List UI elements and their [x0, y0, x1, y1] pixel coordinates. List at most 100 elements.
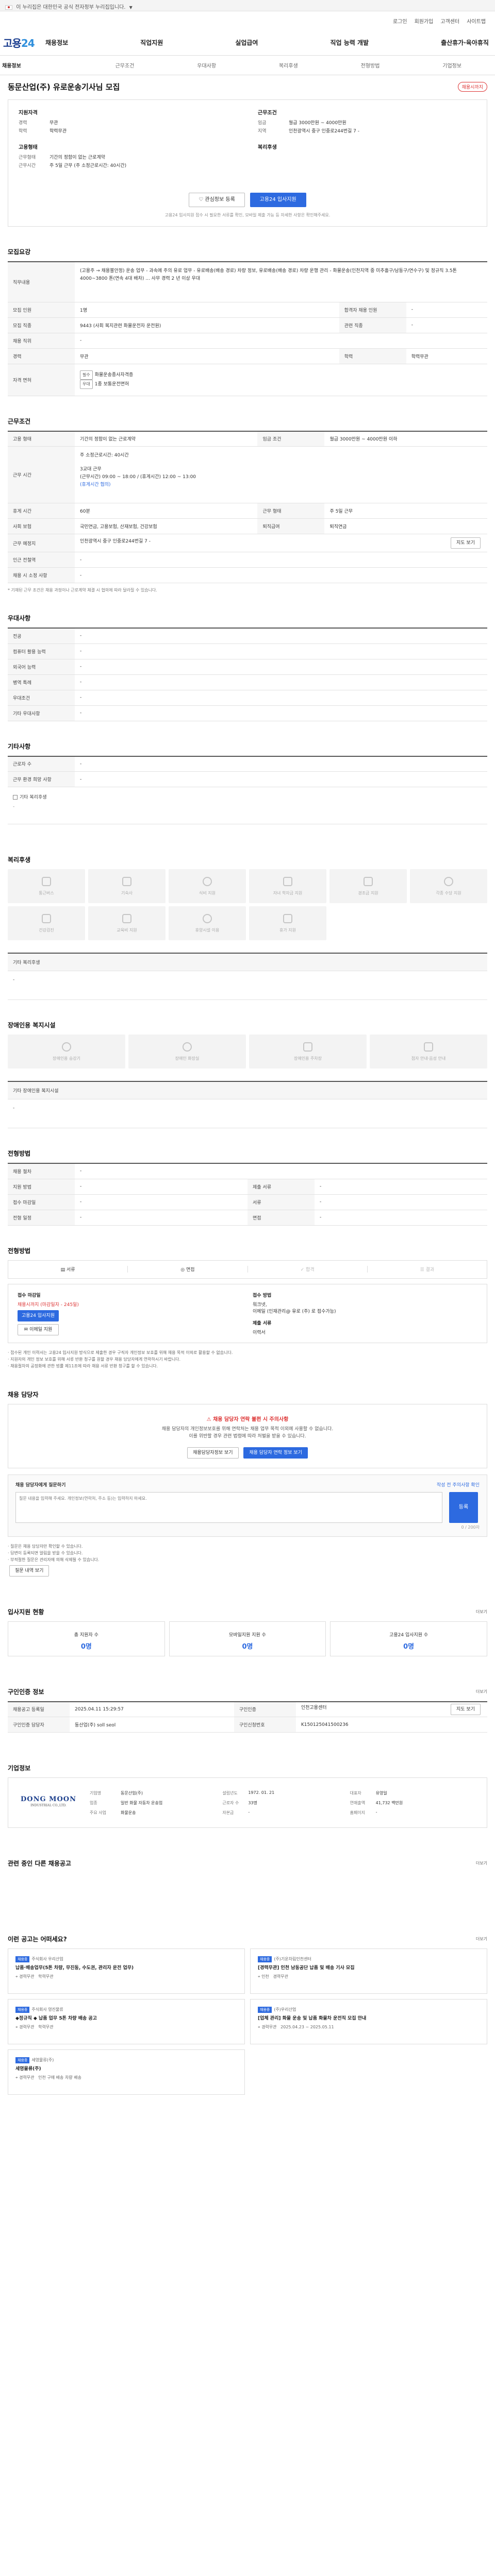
- stat-card: 모바일지원 지원 수 0명: [169, 1621, 326, 1656]
- recommend-card[interactable]: 채용중 (주)우리산업 [업체 관리] 화물 운송 및 납품 화물차 운전직 모집…: [250, 1999, 487, 2044]
- recommend-list: 채용중 주식회사 우리산업 납품·배송업무(5톤 차량, 무진동, 수도권, 관리…: [8, 1948, 487, 2095]
- row-value: -: [75, 690, 487, 706]
- recommend-card[interactable]: 채용중 주식회사 우리산업 납품·배송업무(5톤 차량, 무진동, 수도권, 관리…: [8, 1948, 245, 1994]
- table-row: 자격 면허 필수 화물운송종사자격증 우대 1종 보통운전면허: [8, 364, 487, 396]
- company-info: 기업명 동문산업(주) 설립년도 1972. 01. 21 대표자 유영일 업종 일반 …: [90, 1787, 477, 1818]
- work-time-line: (근무시간) 09:00 ~ 18:00 / (휴게시간) 12:00 ~ 13…: [80, 474, 196, 480]
- interest-button[interactable]: ♡ 관심정보 등록: [189, 193, 245, 207]
- inquiry-bullets: · 질문은 채용 담당자만 확인할 수 있습니다. · 답변이 등록되면 알림을…: [8, 1543, 487, 1577]
- tab-company[interactable]: 기업정보: [411, 61, 493, 69]
- row-key: 우대조건: [8, 690, 75, 706]
- card-company: 세영물류(주): [31, 2058, 54, 2062]
- chevron-down-icon: ▼: [129, 5, 133, 10]
- row-value: -: [75, 1210, 248, 1226]
- apply-online-button[interactable]: 고용24 입사지원: [18, 1310, 59, 1321]
- apply-button[interactable]: 고용24 입사지원: [250, 193, 306, 207]
- card-title: ◆정규직 ◆ 납품 업무 5톤 차량 배송 공고: [15, 2016, 97, 2021]
- gov-banner[interactable]: 이 누리집은 대한민국 공식 전자정부 누리집입니다. ▼: [0, 0, 495, 11]
- util-customer-center-link[interactable]: 고객센터: [440, 17, 459, 25]
- row-key: 채용 직위: [8, 333, 75, 349]
- facility-tile: 장애인 화장실: [128, 1035, 246, 1069]
- other-welfare-line: 기타 복리후생 -: [8, 787, 487, 824]
- inquiry-history-button[interactable]: 질문 내역 보기: [9, 1565, 50, 1577]
- row-key: 경력: [8, 348, 75, 364]
- table-row: 직무내용 (고용주 → 채용불안정) 운송 업무 - 과속에 주의 유로 업무 …: [8, 262, 487, 302]
- row-key: 채용 시 소정 사항: [8, 567, 75, 583]
- inquiry-guide-link[interactable]: 작성 전 주의사항 확인: [437, 1481, 480, 1488]
- table-row: 모집 인원 1명 합격자 채용 인원 -: [8, 302, 487, 318]
- info-value: -: [248, 1809, 250, 1815]
- process-step: ✓ 합격: [248, 1266, 368, 1273]
- card-meta: 학력무관: [38, 1974, 54, 1979]
- apply-email-button[interactable]: ✉ 이메일 지원: [18, 1324, 59, 1335]
- row-key: 모집 직종: [8, 317, 75, 333]
- card-meta: 학력무관: [38, 2025, 54, 2029]
- gnb-item-training[interactable]: 직업 능력 개발: [330, 38, 369, 47]
- table-row: 고용 형태 기간의 정함이 없는 근로계약 임금 조건 월급 3000만원 ~ …: [8, 431, 487, 447]
- util-signup-link[interactable]: 회원가입: [415, 17, 434, 25]
- recruit-info-table: 채용공고 등록일 2025.04.11 15:29:57 구인인증 인천고용센터…: [8, 1701, 487, 1733]
- section-title: 기타사항: [8, 742, 31, 750]
- contact-reveal-button[interactable]: 채용 담당자 연락 정보 보기: [243, 1447, 308, 1459]
- tab-conditions[interactable]: 근무조건: [84, 61, 166, 69]
- summary-value: 학력무관: [50, 129, 67, 134]
- other-welfare-value: -: [13, 804, 15, 809]
- util-login-link[interactable]: 로그인: [393, 17, 407, 25]
- recommend-more-link[interactable]: 더보기: [476, 1936, 487, 1942]
- row-value: 퇴직연금: [324, 518, 487, 534]
- apply-method-title: 접수 방법: [253, 1293, 272, 1298]
- gnb-item-unemployment[interactable]: 실업급여: [235, 38, 258, 47]
- apply-notice: 고용24 입사지원 접수 시 필요한 서류를 확인, 모바일 제출 가능 등 자…: [164, 213, 331, 217]
- row-key: 고용 형태: [8, 431, 75, 447]
- site-logo[interactable]: 고용24: [3, 35, 45, 50]
- util-sitemap-link[interactable]: 사이트맵: [467, 17, 486, 25]
- section-title: 모집요강: [8, 248, 31, 256]
- coin-icon: [444, 876, 453, 886]
- summary-group-title: 고용형태: [19, 145, 38, 150]
- apply-method-col: 접수 방법 워크넷, 이메일 (인재관리@ 유로 (주) 로 접수가능) 제출 …: [253, 1292, 477, 1335]
- tab-screening[interactable]: 전형방법: [329, 61, 411, 69]
- gnb-item-career-support[interactable]: 직업지원: [140, 38, 163, 47]
- info-key: 자본금: [222, 1810, 234, 1815]
- row-key: 모집 인원: [8, 302, 75, 318]
- map-button[interactable]: 지도 보기: [451, 537, 481, 549]
- summary-key: 경력: [19, 121, 27, 126]
- contact-box: ⚠ 채용 담당자 연락 불편 시 주의사항 채용 담당자의 개인정보보호를 위해…: [8, 1403, 487, 1468]
- inquiry-submit-button[interactable]: 등록: [449, 1492, 478, 1523]
- table-row: 채용공고 등록일 2025.04.11 15:29:57 구인인증 인천고용센터…: [8, 1701, 487, 1717]
- table-row: 채용 절차 -: [8, 1163, 487, 1179]
- gov-banner-text: 이 누리집은 대한민국 공식 전자정부 누리집입니다.: [16, 5, 126, 10]
- row-value: -: [315, 1210, 487, 1226]
- stat-value: 0명: [403, 1642, 415, 1651]
- tab-welfare[interactable]: 복리후생: [248, 61, 329, 69]
- contact-warning-title: ⚠ 채용 담당자 연락 불편 시 주의사항: [13, 1415, 482, 1422]
- info-value: 유영일: [375, 1790, 387, 1795]
- related-more-link[interactable]: 더보기: [476, 1860, 487, 1866]
- apply-method-line: 이메일 (인재관리@ 유로 (주) 로 접수가능): [253, 1309, 336, 1314]
- row-key: 채용공고 등록일: [8, 1701, 70, 1717]
- recruit-info-more-link[interactable]: 더보기: [476, 1689, 487, 1694]
- row-value: -: [75, 659, 487, 675]
- elevator-icon: [62, 1042, 71, 1052]
- section-tabs: 채용정보 근무조건 우대사항 복리후생 전형방법 기업정보: [0, 56, 495, 75]
- row-key: 기타 우대사항: [8, 705, 75, 721]
- center-map-button[interactable]: 지도 보기: [451, 1703, 481, 1715]
- gnb-item-parental-leave[interactable]: 출산휴가·육아휴직: [441, 38, 489, 47]
- summary-group-title: 지원자격: [19, 110, 38, 116]
- welfare-tile: 교육비 지원: [88, 906, 166, 940]
- row-key: 휴게 시간: [8, 503, 75, 519]
- gnb-item-jobs[interactable]: 채용정보: [45, 38, 68, 47]
- table-row: 컴퓨터 활용 능력 -: [8, 643, 487, 659]
- recommend-card[interactable]: 채용중 (주)기운차림인천센터 [경력무관] 인천 남동공단 납품 및 배송 기사…: [250, 1948, 487, 1994]
- inquiry-input[interactable]: [15, 1492, 442, 1523]
- tab-preferred[interactable]: 우대사항: [166, 61, 248, 69]
- recommend-card[interactable]: 채용중 세영물류(주) 세영물류(주) ⌖ 경력무관 인천 구매 배송 차량 배송: [8, 2049, 245, 2095]
- applicants-more-link[interactable]: 더보기: [476, 1609, 487, 1615]
- info-value: 33명: [248, 1800, 257, 1805]
- recommend-card[interactable]: 채용중 주식회사 영진물류 ◆정규직 ◆ 납품 업무 5톤 차량 배송 공고 ⌖ …: [8, 1999, 245, 2044]
- contact-info-button[interactable]: 채용담당자정보 보기: [187, 1447, 239, 1459]
- tab-recruit[interactable]: 채용정보: [2, 61, 84, 69]
- work-time-tag: (휴게시간 협의): [80, 482, 111, 487]
- stat-label: 총 지원자 수: [74, 1632, 98, 1638]
- row-key: 사회 보험: [8, 518, 75, 534]
